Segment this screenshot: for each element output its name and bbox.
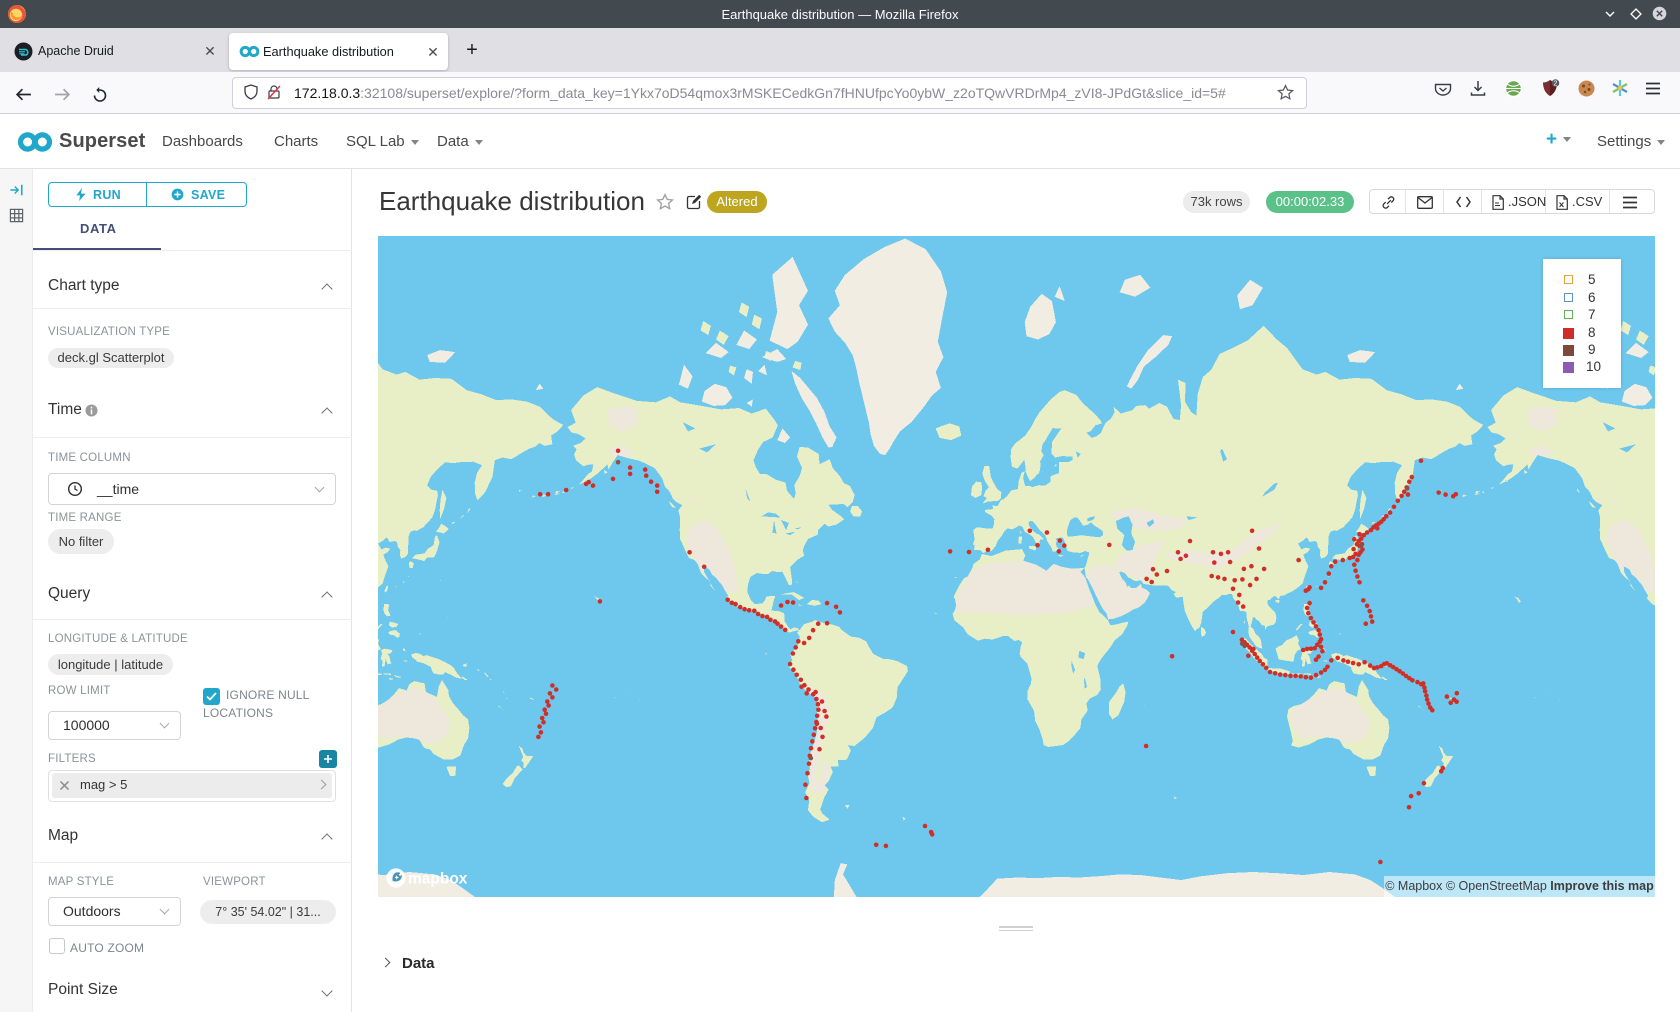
svg-text:mapbox: mapbox	[408, 871, 468, 888]
svg-text:2: 2	[1554, 81, 1558, 88]
